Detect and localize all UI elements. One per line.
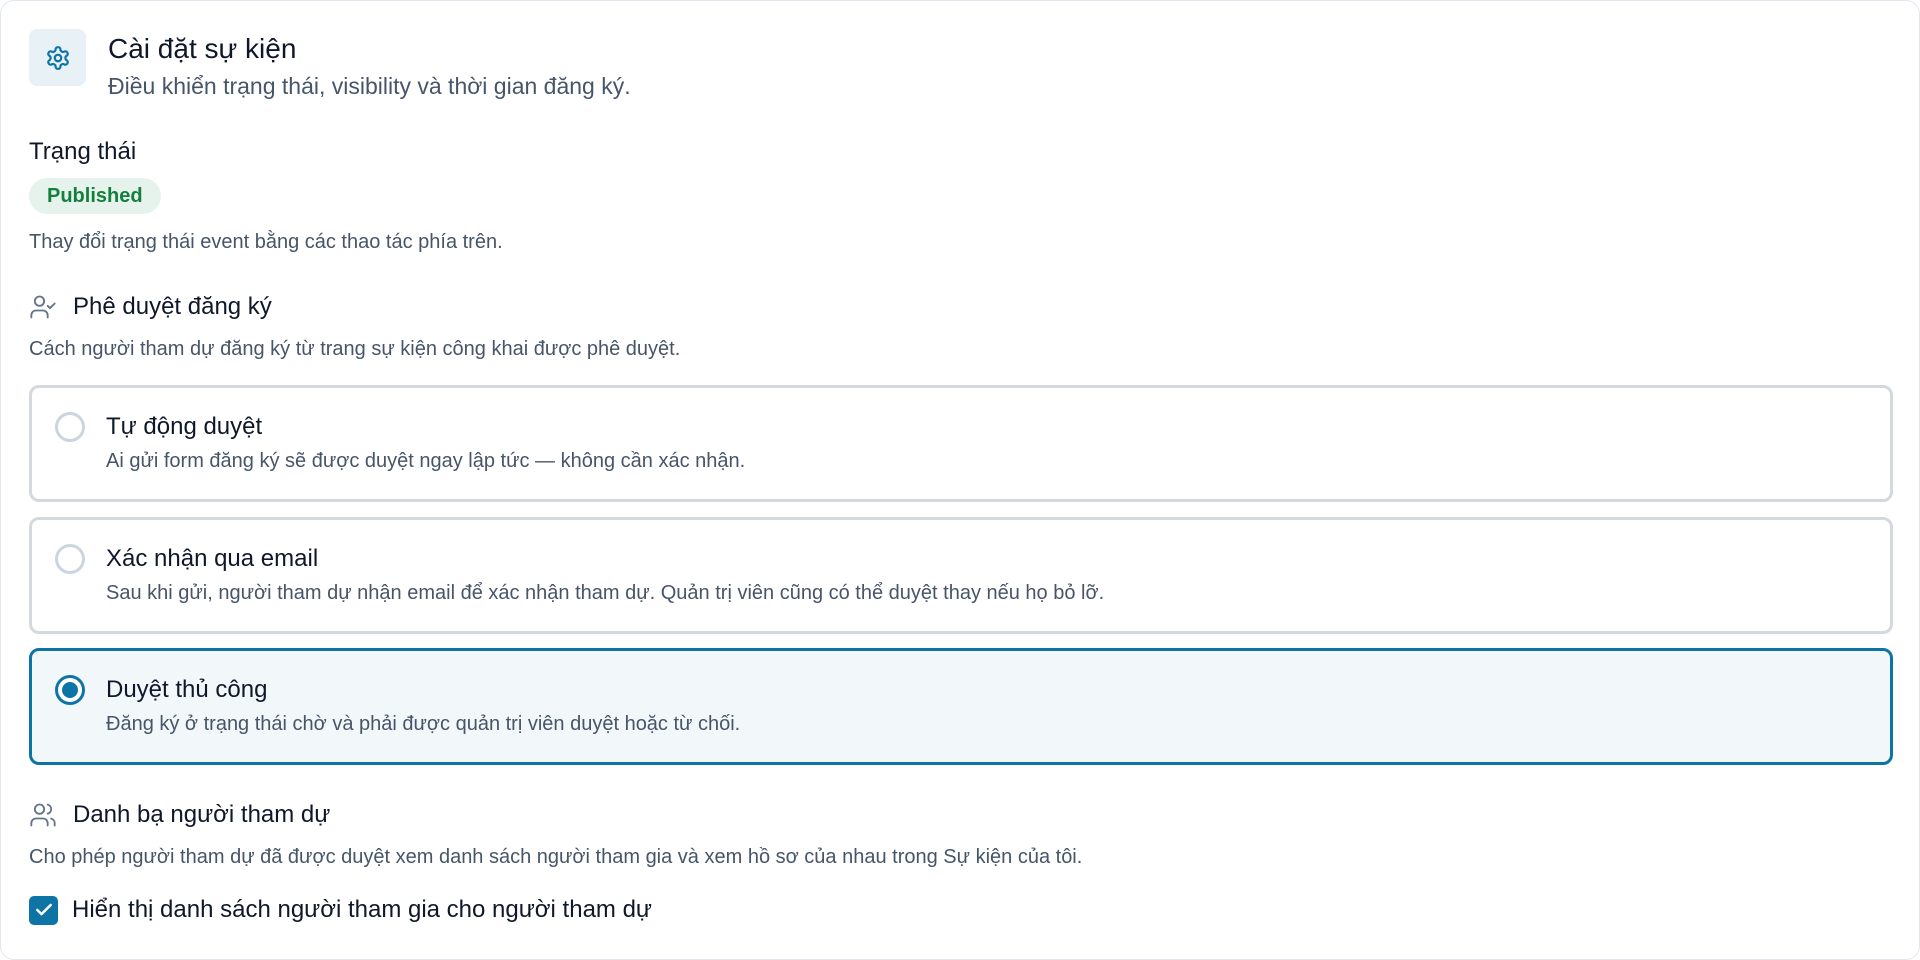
status-help-text: Thay đổi trạng thái event bằng các thao … [29,231,503,253]
event-settings-card: Cài đặt sự kiện Điều khiển trạng thái, v… [0,0,1920,960]
option-title: Tự động duyệt [106,413,263,440]
radio-auto-approve[interactable] [55,412,85,442]
option-email-confirm[interactable]: Xác nhận qua email Sau khi gửi, người th… [29,517,1893,634]
option-manual-approve[interactable]: Duyệt thủ công Đăng ký ở trạng thái chờ … [29,648,1893,765]
option-title: Duyệt thủ công [106,676,268,703]
users-icon [29,800,59,830]
option-description: Sau khi gửi, người tham dự nhận email để… [106,582,1105,604]
option-auto-approve[interactable]: Tự động duyệt Ai gửi form đăng ký sẽ đượ… [29,385,1893,502]
show-attendee-list-toggle[interactable]: Hiển thị danh sách người tham gia cho ng… [29,895,652,925]
approval-title: Phê duyệt đăng ký [73,293,272,320]
radio-email-confirm[interactable] [55,544,85,574]
gear-icon [29,29,86,86]
user-check-icon [29,292,59,322]
radio-manual-approve[interactable] [55,675,85,705]
status-label: Trạng thái [29,138,137,165]
directory-help-text: Cho phép người tham dự đã được duyệt xem… [29,846,1083,868]
checkbox-label: Hiển thị danh sách người tham gia cho ng… [72,896,652,923]
option-description: Ai gửi form đăng ký sẽ được duyệt ngay l… [106,450,746,472]
page-subtitle: Điều khiển trạng thái, visibility và thờ… [108,73,631,99]
directory-title: Danh bạ người tham dự [73,801,331,828]
option-title: Xác nhận qua email [106,545,319,572]
approval-help-text: Cách người tham dự đăng ký từ trang sự k… [29,338,681,360]
check-icon [35,903,52,916]
status-badge: Published [29,178,161,214]
option-description: Đăng ký ở trạng thái chờ và phải được qu… [106,713,741,735]
approval-section-heading: Phê duyệt đăng ký [29,292,272,322]
show-attendee-list-checkbox[interactable] [29,895,58,925]
directory-section-heading: Danh bạ người tham dự [29,800,330,830]
settings-header: Cài đặt sự kiện Điều khiển trạng thái, v… [29,29,631,101]
page-title: Cài đặt sự kiện [108,33,297,64]
